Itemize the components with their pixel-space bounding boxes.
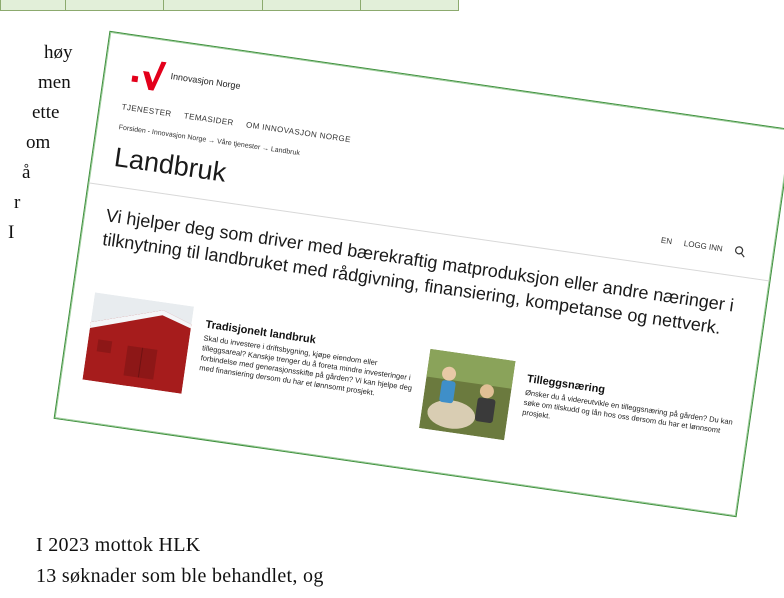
page-title: Landbruk bbox=[112, 141, 229, 188]
table-cell bbox=[164, 0, 263, 10]
body-text-fragment: å bbox=[22, 162, 31, 183]
body-text-fragment: r bbox=[14, 192, 21, 213]
logo-dot-icon bbox=[131, 75, 139, 83]
search-icon[interactable] bbox=[734, 245, 746, 258]
nav-item-tjenester[interactable]: TJENESTER bbox=[121, 102, 172, 118]
children-with-sheep-image bbox=[418, 348, 516, 441]
body-text-fragment: høy bbox=[44, 42, 73, 63]
website-screenshot: Innovasjon Norge TJENESTER TEMASIDER OM … bbox=[53, 30, 784, 518]
body-text-line: 13 søknader som ble behandlet, og bbox=[36, 565, 324, 587]
table-cell bbox=[66, 0, 165, 10]
body-text-fragment: men bbox=[38, 72, 71, 93]
logo-text: Innovasjon Norge bbox=[169, 71, 242, 91]
body-text-fragment: ette bbox=[32, 102, 60, 123]
body-text-fragment: om bbox=[26, 132, 51, 153]
nav-item-temasider[interactable]: TEMASIDER bbox=[183, 111, 234, 127]
red-barn-image bbox=[82, 292, 194, 394]
table-cell bbox=[361, 0, 458, 10]
main-nav: TJENESTER TEMASIDER OM INNOVASJON NORGE bbox=[121, 102, 361, 145]
login-link[interactable]: LOGG INN bbox=[683, 239, 723, 253]
header-utilities: EN LOGG INN bbox=[660, 235, 746, 258]
body-text-line: I 2023 mottok HLK bbox=[36, 534, 201, 556]
table-cell bbox=[1, 0, 66, 10]
logo-check-icon bbox=[143, 61, 167, 91]
document-table-fragment bbox=[0, 0, 459, 11]
nav-item-om-innovasjon-norge[interactable]: OM INNOVASJON NORGE bbox=[246, 120, 352, 144]
innovasjon-norge-logo: Innovasjon Norge bbox=[131, 58, 243, 103]
service-card-tradisjonelt-landbruk[interactable]: Tradisjonelt landbruk Skal du investere … bbox=[82, 292, 421, 426]
service-card-tilleggsnaering[interactable]: Tilleggsnæring Ønsker du å videreutvikle… bbox=[418, 348, 747, 474]
language-link[interactable]: EN bbox=[660, 236, 672, 246]
bottom-body-text: I 2023 mottok HLK 13 søknader som ble be… bbox=[36, 530, 324, 592]
body-text-fragment: I bbox=[8, 222, 15, 243]
table-cell bbox=[263, 0, 361, 10]
